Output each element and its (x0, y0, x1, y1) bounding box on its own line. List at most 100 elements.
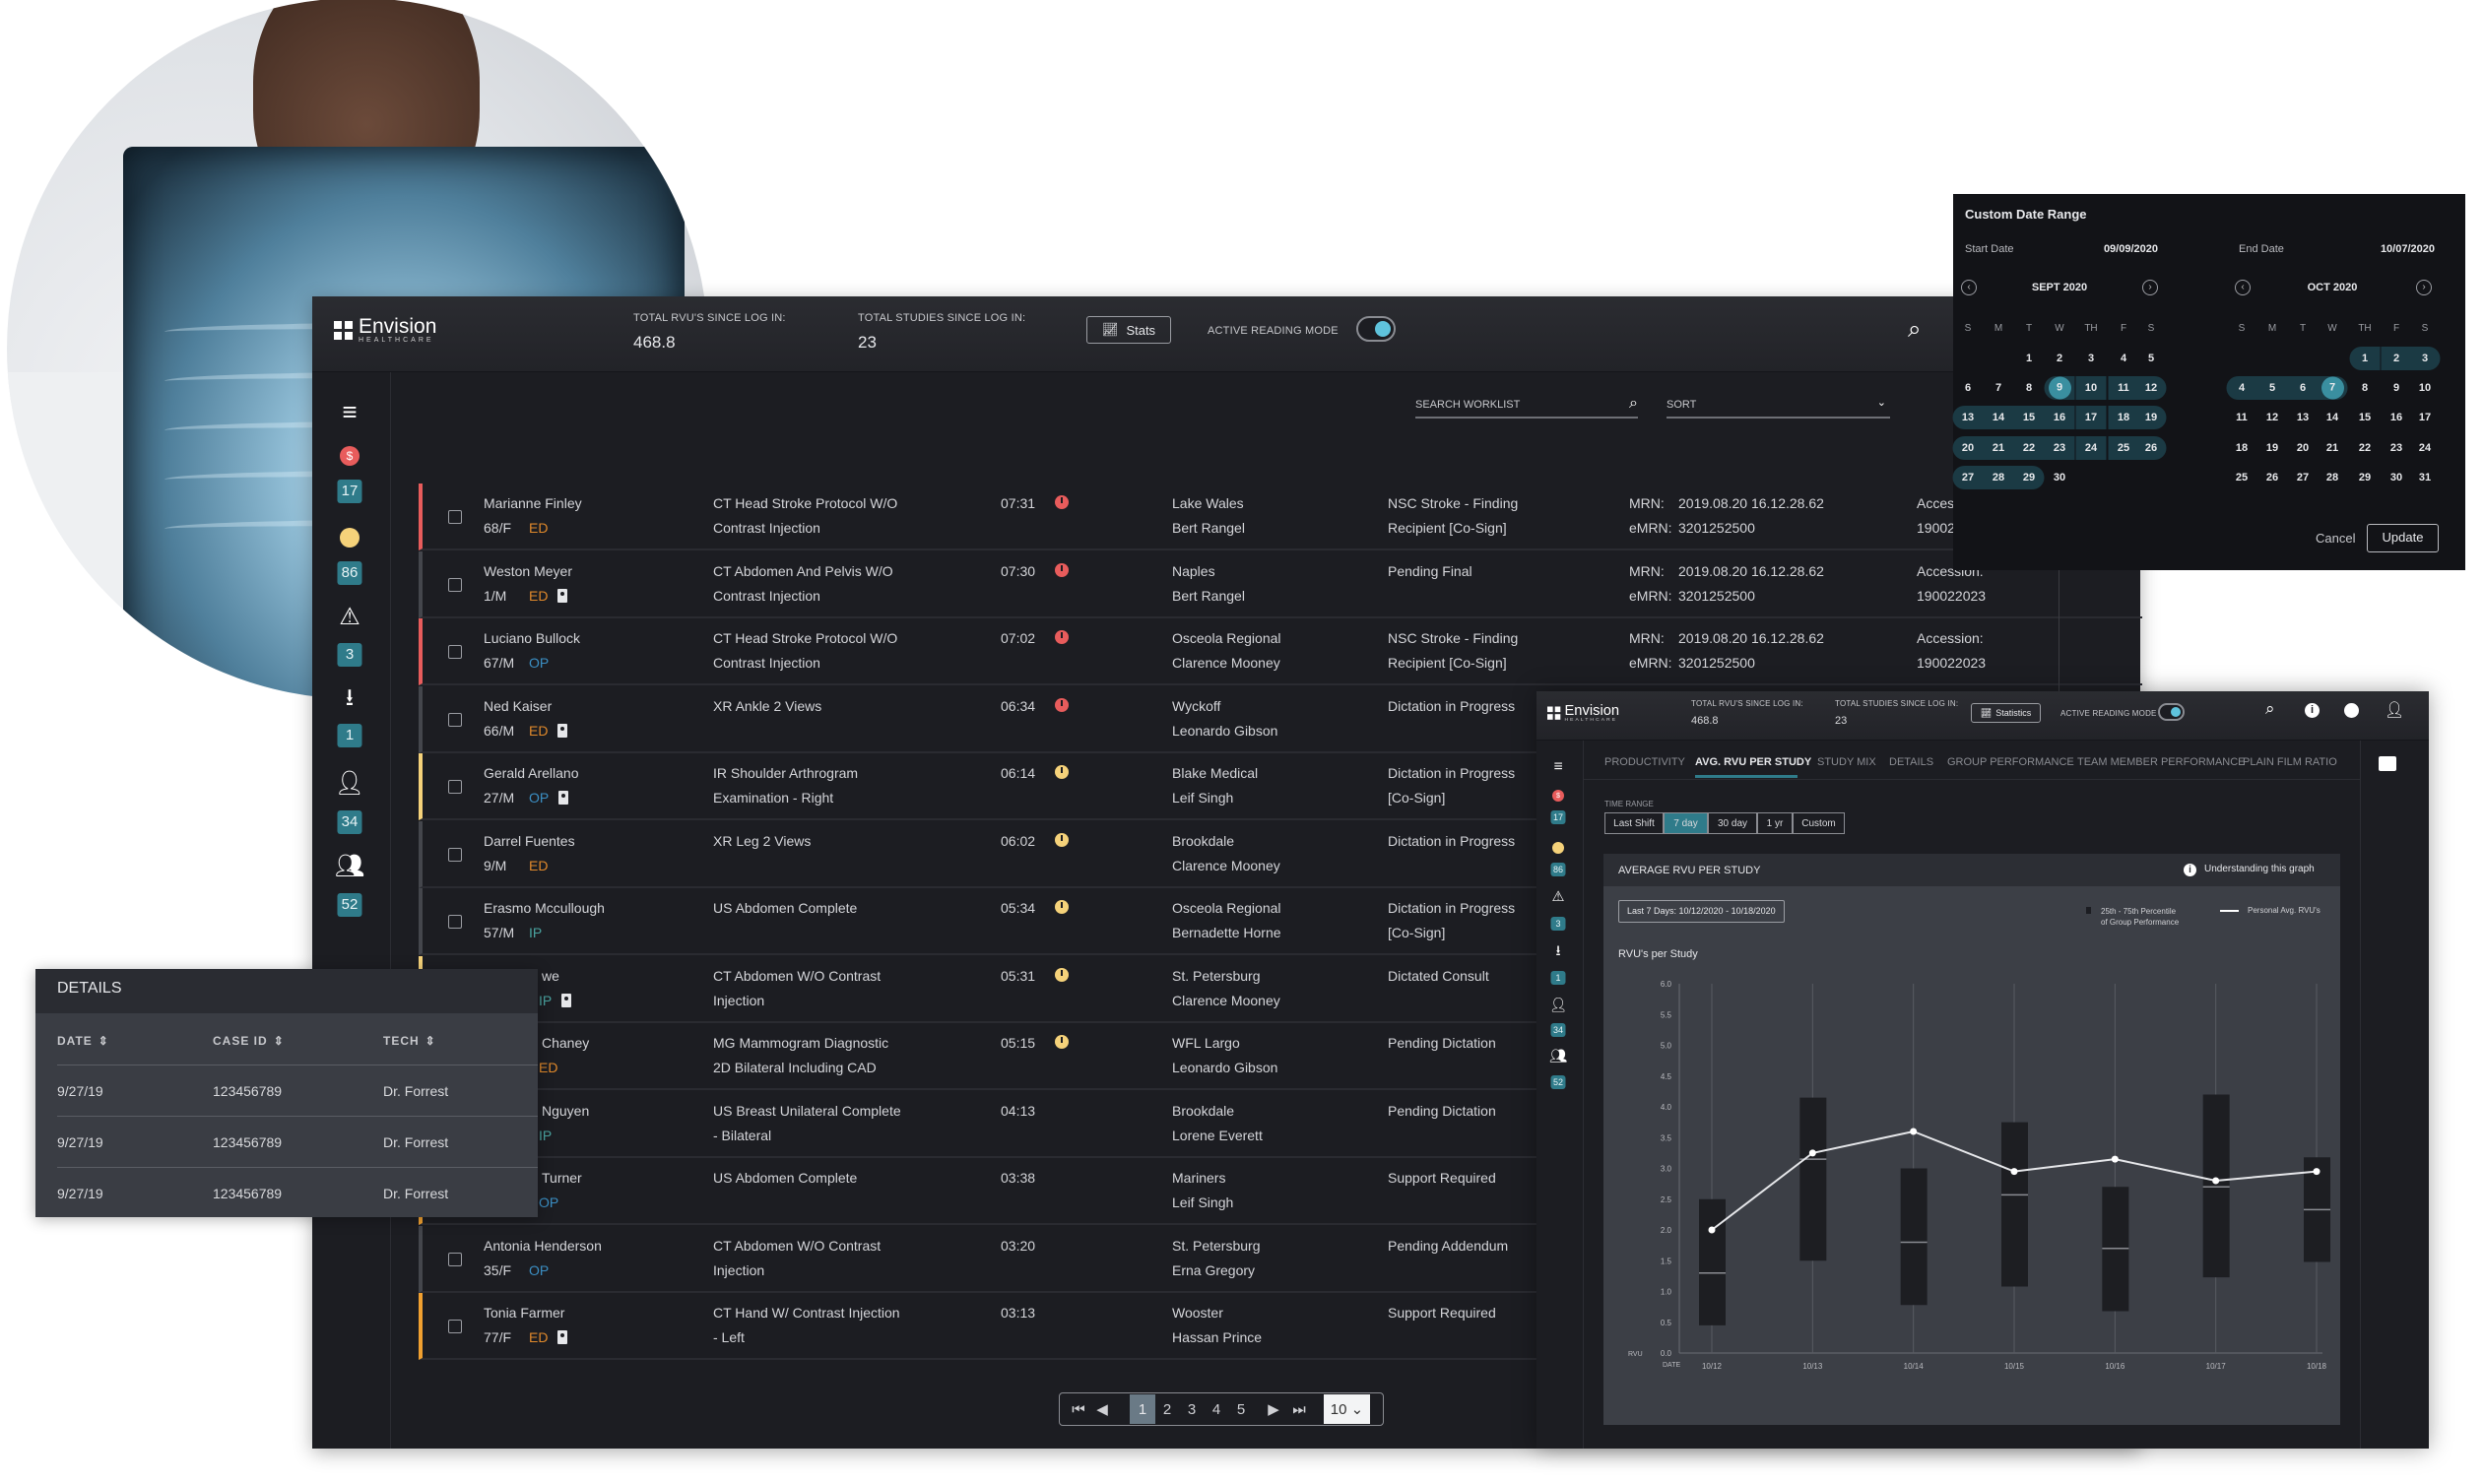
calendar-day[interactable]: 28 (1983, 466, 2014, 489)
calendar-day[interactable]: 5 (2136, 347, 2167, 370)
count-badge[interactable]: 34 (1550, 1023, 1566, 1037)
percentile-box[interactable] (1799, 1097, 1827, 1261)
calendar-day[interactable]: 1 (2349, 347, 2381, 370)
calendar-day[interactable]: 27 (1952, 466, 1984, 489)
calendar-day[interactable]: 25 (2108, 436, 2139, 460)
calendar-day[interactable]: 13 (1952, 406, 1984, 429)
end-date-value[interactable]: 10/07/2020 (2381, 243, 2435, 255)
calendar-day[interactable]: 10 (2075, 376, 2107, 400)
personal-avg-point[interactable] (2313, 1168, 2321, 1176)
personal-avg-point[interactable] (1910, 1128, 1918, 1135)
calendar-day[interactable]: 13 (2288, 406, 2319, 429)
calendar-day[interactable]: 1 (2014, 347, 2045, 370)
patient-name[interactable]: Ned Kaiser (484, 698, 552, 714)
calendar-day[interactable]: 2 (2381, 347, 2412, 370)
search-worklist-input[interactable]: SEARCH WORKLIST ⌕ (1415, 395, 1638, 419)
calendar-day[interactable]: 15 (2350, 406, 2381, 429)
calendar-day[interactable]: 31 (2410, 466, 2441, 489)
worklist-row[interactable]: Luciano Bullock 67/M OP CT Head Stroke Prot… (419, 618, 2142, 685)
row-checkbox[interactable] (448, 645, 462, 659)
calendar-day[interactable]: 24 (2410, 436, 2441, 460)
column-header-case-id[interactable]: CASE ID ⇕ (213, 1034, 285, 1048)
hamburger-menu-icon[interactable]: ≡ (1553, 758, 1562, 776)
download-icon[interactable]: ⭳︎ (346, 686, 354, 710)
calendar-day[interactable]: 15 (2013, 406, 2045, 429)
personal-avg-point[interactable] (1808, 1149, 1816, 1157)
calendar-day[interactable]: 9 (2382, 376, 2412, 400)
calendar-day[interactable]: 6 (2287, 376, 2319, 400)
count-badge[interactable]: 1 (1550, 971, 1566, 985)
calendar-day[interactable]: 12 (2135, 376, 2167, 400)
patient-name[interactable]: we (542, 968, 559, 984)
page-4-button[interactable]: 4 (1204, 1392, 1229, 1426)
priority-dot-icon[interactable] (1552, 842, 1564, 854)
update-button[interactable]: Update (2367, 524, 2439, 552)
download-icon[interactable]: ⭳︎ (1555, 944, 1560, 959)
prev-page-icon[interactable]: ◀︎ (1094, 1392, 1110, 1426)
calendar-day[interactable]: 16 (2044, 406, 2075, 429)
calendar-day[interactable]: 28 (2318, 466, 2348, 489)
count-badge[interactable]: 3 (337, 643, 362, 667)
time-range-7-day[interactable]: 7 day (1664, 812, 1708, 834)
cancel-button[interactable]: Cancel (2316, 531, 2355, 546)
patient-name[interactable]: Chaney (542, 1035, 589, 1051)
row-checkbox[interactable] (448, 1252, 462, 1266)
start-date-value[interactable]: 09/09/2020 (2104, 243, 2158, 255)
patient-name[interactable]: Gerald Arellano (484, 765, 579, 781)
group-icon[interactable]: 👥︎ (335, 855, 364, 878)
clock-icon[interactable] (2344, 703, 2359, 718)
calendar-day[interactable]: 2 (2045, 347, 2075, 370)
calendar-day[interactable]: 30 (2382, 466, 2412, 489)
count-badge[interactable]: 3 (1550, 917, 1566, 931)
calendar-day[interactable]: 23 (2044, 436, 2075, 460)
worklist-row[interactable]: Weston Meyer 1/M ED CT Abdomen And Pelvis W… (419, 550, 2142, 618)
calendar-day[interactable]: 20 (1952, 436, 1984, 460)
calendar-day[interactable]: 11 (2227, 406, 2257, 429)
calendar-day[interactable]: 14 (2318, 406, 2348, 429)
patient-name[interactable]: Tonia Farmer (484, 1305, 564, 1321)
calendar-day[interactable]: 23 (2382, 436, 2412, 460)
calendar-day[interactable]: 18 (2227, 436, 2257, 460)
personal-avg-point[interactable] (2010, 1168, 2018, 1176)
tab-team-member-performance[interactable]: TEAM MEMBER PERFORMANCE (2077, 756, 2246, 768)
sort-dropdown[interactable]: SORT ⌄ (1667, 397, 1890, 419)
count-badge[interactable]: 52 (337, 893, 362, 917)
count-badge[interactable]: 52 (1550, 1075, 1566, 1089)
patient-name[interactable]: Darrel Fuentes (484, 833, 575, 849)
calendar-day[interactable]: 18 (2108, 406, 2139, 429)
patient-name[interactable]: Turner (542, 1170, 582, 1186)
row-checkbox[interactable] (448, 712, 462, 727)
contact-card-icon[interactable] (2379, 756, 2396, 771)
stat-dollar-icon[interactable]: $ (340, 446, 360, 466)
calendar-day[interactable]: 12 (2257, 406, 2288, 429)
calendar-day[interactable]: 26 (2135, 436, 2167, 460)
patient-name[interactable]: Erasmo Mccullough (484, 900, 605, 916)
search-icon[interactable]: ⌕ (1908, 316, 1921, 344)
calendar-day[interactable]: 8 (2014, 376, 2045, 400)
calendar-day[interactable]: 27 (2288, 466, 2319, 489)
tab-plain-film-ratio[interactable]: PLAIN FILM RATIO (2243, 756, 2337, 768)
patient-name[interactable]: Luciano Bullock (484, 630, 580, 646)
personal-avg-point[interactable] (2111, 1155, 2119, 1163)
warning-icon[interactable]: ⚠︎ (1552, 890, 1565, 905)
warning-icon[interactable]: ⚠︎ (339, 606, 360, 629)
row-checkbox[interactable] (448, 847, 462, 862)
reading-mode-toggle[interactable] (1356, 316, 1396, 342)
column-header-tech[interactable]: TECH ⇕ (383, 1034, 436, 1048)
count-badge[interactable]: 1 (337, 724, 362, 747)
patient-name[interactable]: Marianne Finley (484, 495, 582, 511)
search-icon[interactable]: ⌕ (2265, 699, 2275, 719)
per-page-select[interactable]: 10 ⌄ (1324, 1394, 1370, 1424)
page-1-button[interactable]: 1 (1130, 1394, 1155, 1424)
calendar-day[interactable]: 16 (2382, 406, 2412, 429)
tab-details[interactable]: DETAILS (1889, 756, 1933, 768)
row-checkbox[interactable] (448, 780, 462, 794)
priority-dot-icon[interactable] (340, 528, 360, 548)
count-badge[interactable]: 34 (337, 810, 362, 834)
prev-month-icon[interactable]: ‹ (2235, 280, 2251, 295)
next-month-icon[interactable]: › (2142, 280, 2158, 295)
calendar-day[interactable]: 3 (2076, 347, 2107, 370)
time-range-last-shift[interactable]: Last Shift (1604, 812, 1664, 834)
user-icon[interactable]: 👤︎ (2385, 700, 2404, 720)
patient-name[interactable]: Nguyen (542, 1103, 589, 1119)
